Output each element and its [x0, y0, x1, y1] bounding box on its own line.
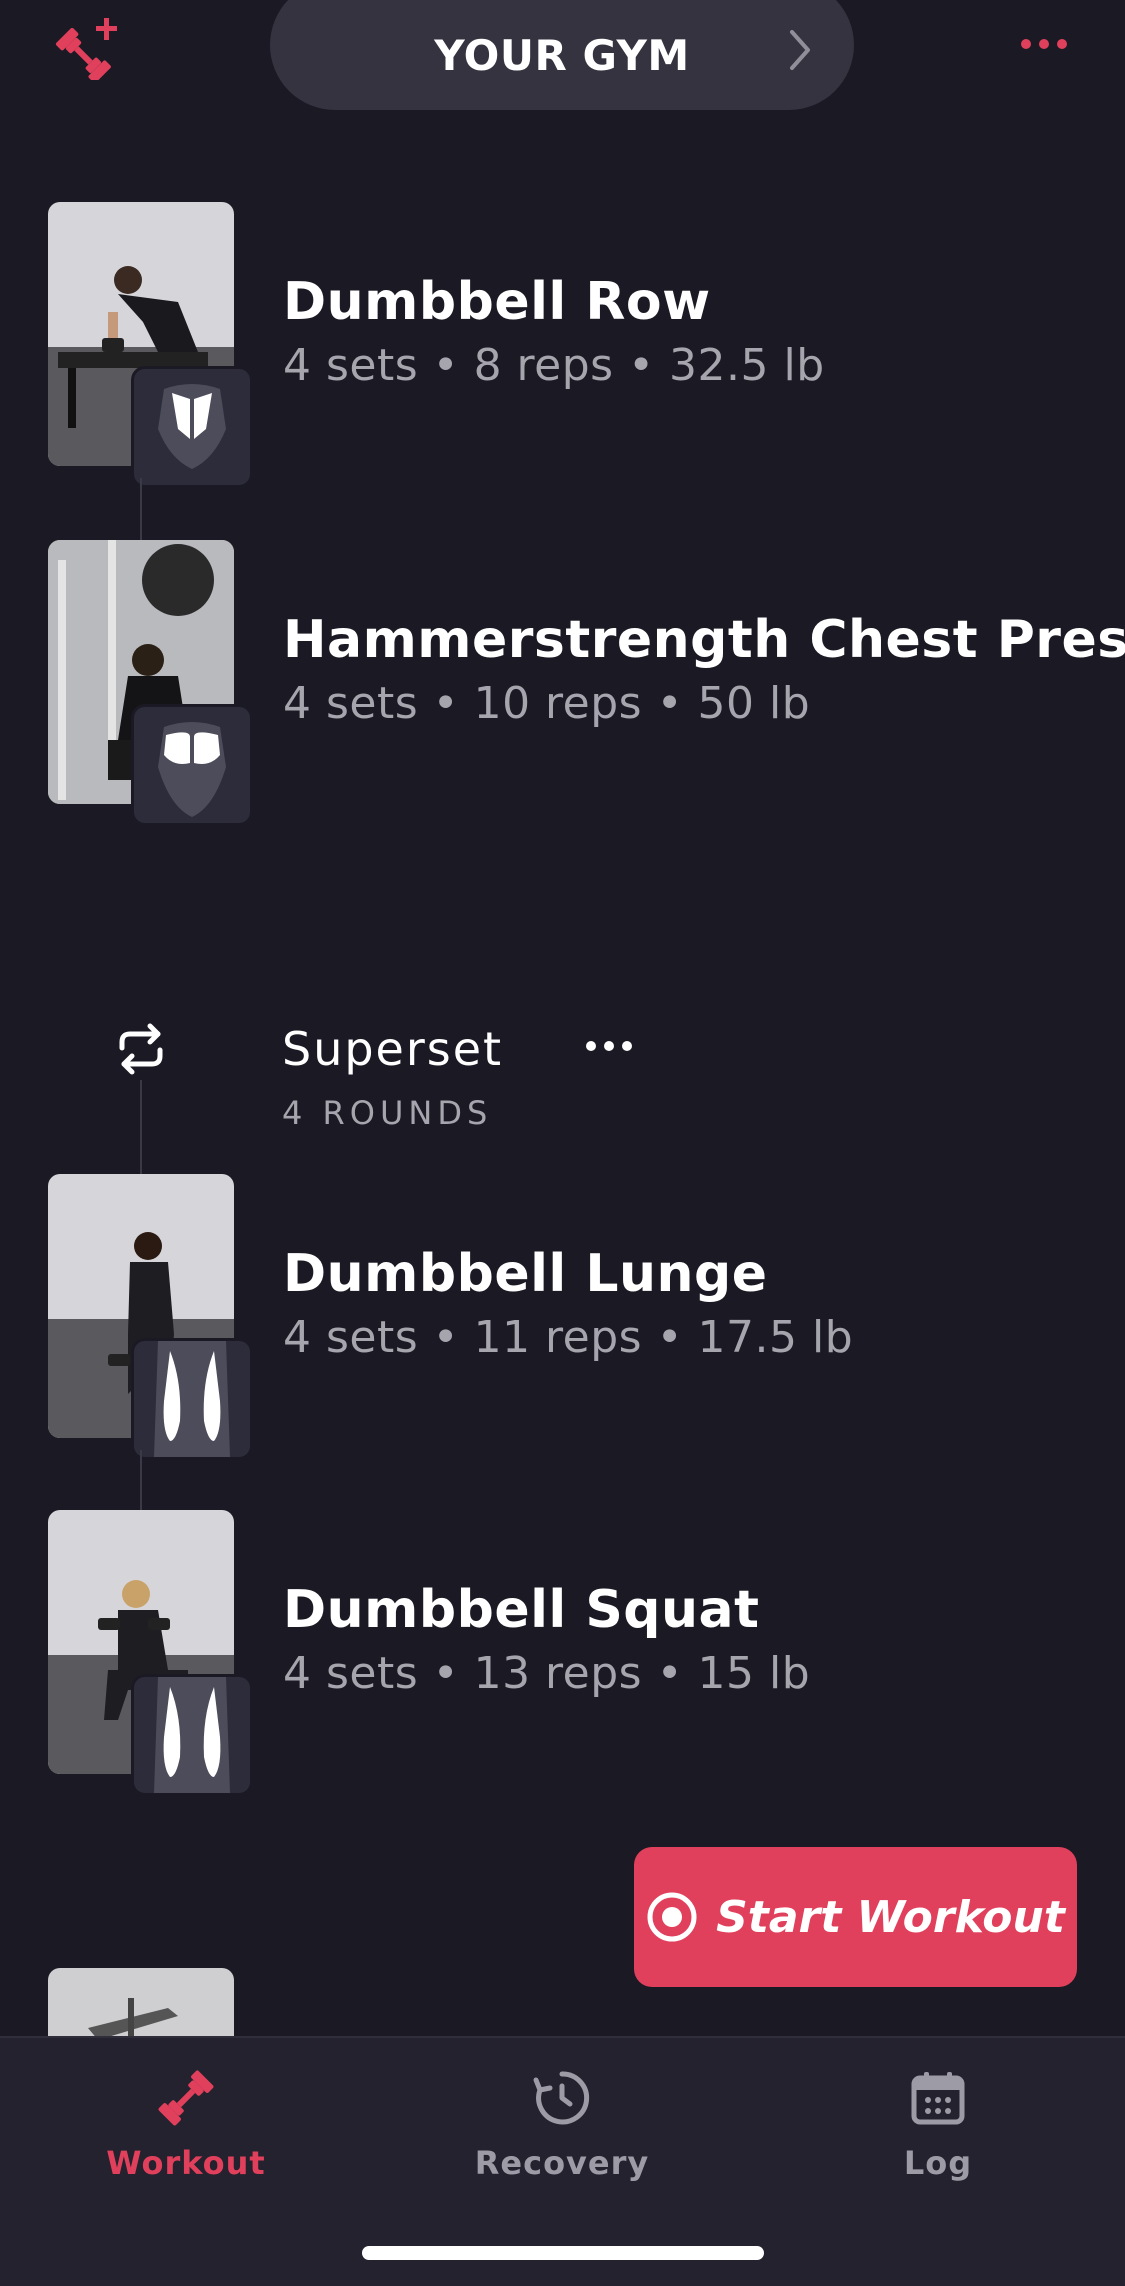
superset-more-button[interactable]: [585, 1038, 633, 1057]
tab-recovery[interactable]: Recovery: [412, 2068, 712, 2182]
superset-rounds: 4 ROUNDS: [282, 1094, 493, 1132]
dumbbell-icon: [158, 2070, 214, 2126]
exercise-row-dumbbell-squat[interactable]: Dumbbell Squat 4 sets • 13 reps • 15 lb: [0, 1508, 1125, 1796]
exercise-row-partial[interactable]: [48, 1968, 234, 2036]
gym-selector[interactable]: YOUR GYM: [270, 0, 854, 110]
exercise-name: Dumbbell Lunge: [283, 1244, 768, 1304]
calendar-icon: [911, 2072, 965, 2125]
superset-header: Superset 4 ROUNDS: [0, 1010, 1125, 1140]
tab-label: Workout: [106, 2144, 266, 2182]
exercise-name: Dumbbell Row: [283, 272, 711, 332]
exercise-details: 4 sets • 13 reps • 15 lb: [283, 1648, 811, 1699]
tab-log[interactable]: Log: [788, 2068, 1088, 2182]
muscle-group-legs-icon: [131, 1674, 253, 1796]
gym-title: YOUR GYM: [434, 30, 690, 80]
tab-label: Log: [903, 2144, 973, 2182]
add-exercise-button[interactable]: [52, 16, 122, 83]
connector-line: [140, 478, 142, 540]
more-horizontal-icon: [586, 1041, 632, 1051]
exercise-row-chest-press[interactable]: Hammerstrength Chest Press 4 sets • 10 r…: [0, 538, 1125, 826]
recovery-clock-icon: [533, 2071, 590, 2125]
more-horizontal-icon: [1021, 39, 1067, 49]
home-indicator: [362, 2246, 764, 2260]
tab-workout[interactable]: Workout: [36, 2068, 336, 2182]
more-options-button[interactable]: [1020, 36, 1068, 56]
connector-line: [140, 1080, 142, 1176]
exercise-details: 4 sets • 11 reps • 17.5 lb: [283, 1312, 854, 1363]
exercise-details: 4 sets • 10 reps • 50 lb: [283, 678, 811, 729]
muscle-group-chest-icon: [131, 704, 253, 826]
start-workout-label: Start Workout: [716, 1891, 1065, 1943]
exercise-name: Hammerstrength Chest Press: [283, 610, 1125, 670]
superset-title: Superset: [282, 1022, 504, 1076]
exercise-row-dumbbell-lunge[interactable]: Dumbbell Lunge 4 sets • 11 reps • 17.5 l…: [0, 1172, 1125, 1460]
chevron-right-icon: [790, 30, 810, 70]
dumbbell-plus-icon: [55, 18, 117, 83]
exercise-row-dumbbell-row[interactable]: Dumbbell Row 4 sets • 8 reps • 32.5 lb: [0, 200, 1125, 488]
exercise-name: Dumbbell Squat: [283, 1580, 760, 1640]
muscle-group-back-icon: [131, 366, 253, 488]
tab-label: Recovery: [474, 2144, 650, 2182]
muscle-group-legs-icon: [131, 1338, 253, 1460]
start-workout-button[interactable]: Start Workout: [634, 1847, 1077, 1987]
exercise-details: 4 sets • 8 reps • 32.5 lb: [283, 340, 825, 391]
repeat-icon: [119, 1023, 163, 1075]
connector-line: [140, 1450, 142, 1510]
record-icon: [647, 1892, 697, 1942]
exercise-thumbnail: [48, 1968, 234, 2036]
